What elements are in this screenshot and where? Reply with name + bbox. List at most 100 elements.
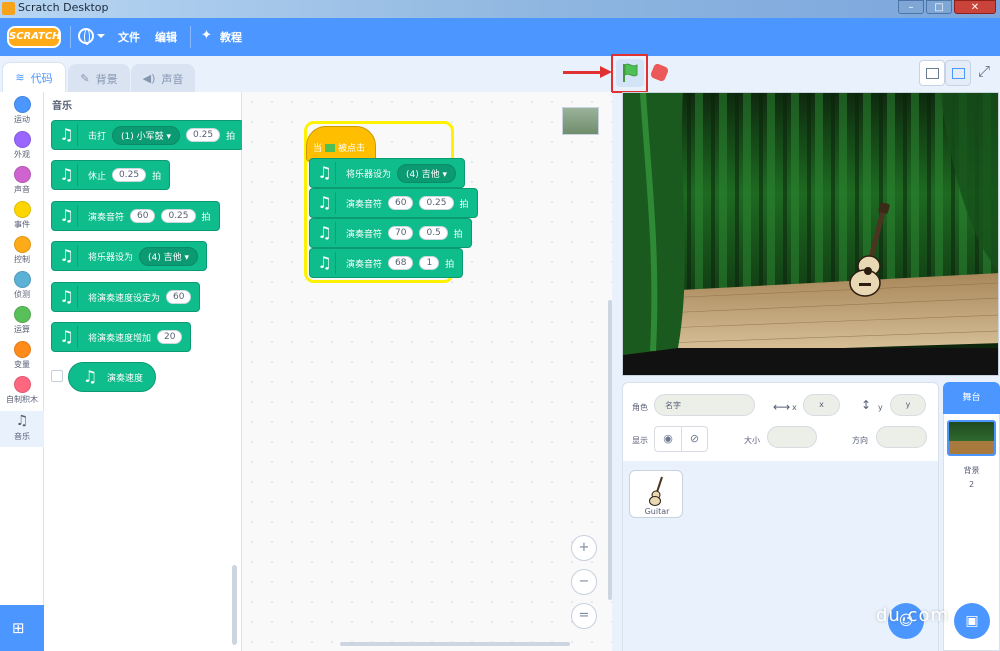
note-input[interactable]: 70 bbox=[388, 226, 414, 240]
category-variables[interactable]: 变量 bbox=[0, 341, 44, 370]
image-icon: ▣ bbox=[965, 613, 979, 629]
add-backdrop-button[interactable]: ▣ bbox=[954, 603, 990, 639]
category-my-blocks[interactable]: 自制积木 bbox=[0, 376, 44, 405]
block-text: 演奏音符 bbox=[346, 229, 383, 240]
minimize-button[interactable]: – bbox=[898, 0, 924, 14]
lightbulb-icon[interactable]: ✦ bbox=[201, 28, 215, 44]
music-note-icon: ♫ bbox=[314, 222, 336, 244]
block-text: 演奏音符 bbox=[346, 259, 383, 270]
close-button[interactable]: ✕ bbox=[954, 0, 996, 14]
eye-slash-icon: ⊘ bbox=[689, 432, 700, 445]
beats-input[interactable]: 0.25 bbox=[186, 128, 221, 142]
block-set-tempo[interactable]: ♫ 将演奏速度设定为 60 bbox=[51, 282, 201, 312]
note-input[interactable]: 60 bbox=[388, 196, 414, 210]
watermark: du.com bbox=[876, 605, 949, 626]
category-sensing[interactable]: 侦测 bbox=[0, 271, 44, 300]
category-control[interactable]: 控制 bbox=[0, 236, 44, 265]
instrument-dropdown[interactable]: (4) 吉他 bbox=[139, 246, 199, 266]
guitar-sprite[interactable] bbox=[841, 203, 901, 303]
zoom-in-button[interactable]: + bbox=[571, 535, 597, 561]
add-extension-button[interactable]: ⊞ bbox=[0, 605, 44, 651]
size-input[interactable] bbox=[767, 426, 817, 448]
block-rest[interactable]: ♫ 休止 0.25 拍 bbox=[51, 160, 171, 190]
block-change-tempo[interactable]: ♫ 将演奏速度增加 20 bbox=[51, 322, 192, 352]
beats-input[interactable]: 0.5 bbox=[419, 226, 448, 240]
block-tempo-reporter[interactable]: ♫ 演奏速度 bbox=[68, 362, 157, 392]
menu-tutorials[interactable]: 教程 bbox=[220, 29, 242, 45]
script-play-note[interactable]: ♫ 演奏音符 70 0.5 拍 bbox=[309, 218, 472, 248]
instrument-dropdown[interactable]: (4) 吉他 bbox=[397, 163, 457, 183]
tempo-change-input[interactable]: 20 bbox=[157, 330, 183, 344]
eye-icon: ◉ bbox=[663, 432, 673, 445]
category-operators[interactable]: 运算 bbox=[0, 306, 44, 335]
tab-label: 背景 bbox=[95, 72, 118, 86]
category-dot bbox=[13, 96, 31, 113]
block-play-drum[interactable]: ♫ 击打 (1) 小军鼓 0.25 拍 bbox=[51, 120, 245, 150]
block-text: 演奏速度 bbox=[107, 373, 144, 384]
drum-dropdown[interactable]: (1) 小军鼓 bbox=[112, 125, 181, 145]
tab-backdrops[interactable]: ✎ 背景 bbox=[68, 64, 130, 92]
sprite-card-guitar[interactable]: Guitar bbox=[629, 470, 683, 518]
note-input[interactable]: 60 bbox=[130, 209, 156, 223]
scratch-logo[interactable]: SCRATCH bbox=[7, 26, 61, 48]
beats-input[interactable]: 0.25 bbox=[419, 196, 454, 210]
tempo-monitor-checkbox[interactable] bbox=[51, 370, 63, 382]
beats-input[interactable]: 0.25 bbox=[161, 209, 196, 223]
block-set-instrument[interactable]: ♫ 将乐器设为 (4) 吉他 bbox=[51, 241, 208, 271]
script-play-note[interactable]: ♫ 演奏音符 60 0.25 拍 bbox=[309, 188, 478, 218]
chevron-down-icon[interactable] bbox=[97, 34, 105, 42]
beats-input[interactable]: 0.25 bbox=[112, 168, 147, 182]
fullscreen-icon: ⤢ bbox=[978, 62, 991, 80]
zoom-reset-button[interactable]: = bbox=[571, 603, 597, 629]
block-text: 拍 bbox=[459, 199, 469, 210]
green-flag-icon bbox=[325, 144, 336, 152]
direction-input[interactable] bbox=[876, 426, 927, 448]
backdrops-info: 背景 2 bbox=[943, 465, 1000, 489]
workspace-vertical-scrollbar[interactable] bbox=[608, 300, 612, 600]
backdrops-label: 背景 bbox=[963, 466, 980, 475]
script-play-note[interactable]: ♫ 演奏音符 68 1 拍 bbox=[309, 248, 464, 278]
direction-label: 方向 bbox=[852, 436, 868, 445]
category-dot bbox=[13, 201, 31, 218]
category-dot bbox=[13, 236, 31, 253]
small-stage-button[interactable] bbox=[919, 60, 945, 86]
palette-scrollbar[interactable] bbox=[232, 565, 237, 645]
tempo-input[interactable]: 60 bbox=[166, 290, 192, 304]
note-input[interactable]: 68 bbox=[388, 256, 414, 270]
tab-code[interactable]: ≋ 代码 bbox=[2, 62, 66, 92]
brush-icon: ✎ bbox=[80, 72, 90, 85]
visibility-toggle: ◉ ⊘ bbox=[654, 426, 708, 452]
category-music[interactable]: ♫ 音乐 bbox=[0, 411, 44, 447]
block-text: 将演奏速度增加 bbox=[88, 333, 152, 344]
large-stage-button[interactable] bbox=[945, 60, 971, 86]
category-looks[interactable]: 外观 bbox=[0, 131, 44, 160]
menu-separator bbox=[190, 26, 191, 48]
when-flag-clicked-block[interactable]: 当 被点击 bbox=[306, 126, 376, 162]
stop-button[interactable] bbox=[649, 62, 670, 83]
category-sound[interactable]: 声音 bbox=[0, 166, 44, 195]
fullscreen-button[interactable]: ⤢ bbox=[974, 60, 1000, 86]
y-input[interactable]: y bbox=[890, 394, 926, 416]
large-stage-icon bbox=[952, 68, 965, 79]
sprite-name-input[interactable]: 名字 bbox=[654, 394, 755, 416]
category-dot bbox=[13, 341, 31, 358]
x-input[interactable]: x bbox=[803, 394, 840, 416]
menu-edit[interactable]: 编辑 bbox=[155, 29, 177, 45]
show-eye-button[interactable]: ◉ bbox=[655, 427, 681, 451]
zoom-out-button[interactable]: − bbox=[571, 569, 597, 595]
category-motion[interactable]: 运动 bbox=[0, 96, 44, 125]
script-set-instrument[interactable]: ♫ 将乐器设为 (4) 吉他 bbox=[309, 158, 466, 188]
maximize-button[interactable]: □ bbox=[926, 0, 952, 14]
stage[interactable] bbox=[622, 92, 999, 376]
block-play-note[interactable]: ♫ 演奏音符 60 0.25 拍 bbox=[51, 201, 220, 231]
backdrop-thumbnail[interactable] bbox=[947, 420, 996, 456]
hide-eye-button[interactable]: ⊘ bbox=[680, 427, 707, 451]
tab-sounds[interactable]: ◀) 声音 bbox=[131, 64, 195, 92]
language-globe-icon[interactable] bbox=[78, 28, 94, 45]
music-note-icon: ♫ bbox=[56, 245, 78, 267]
beats-input[interactable]: 1 bbox=[419, 256, 440, 270]
stage-target-header[interactable]: 舞台 bbox=[943, 382, 1000, 414]
category-events[interactable]: 事件 bbox=[0, 201, 44, 230]
menu-file[interactable]: 文件 bbox=[118, 29, 140, 45]
workspace-horizontal-scrollbar[interactable] bbox=[340, 642, 570, 646]
